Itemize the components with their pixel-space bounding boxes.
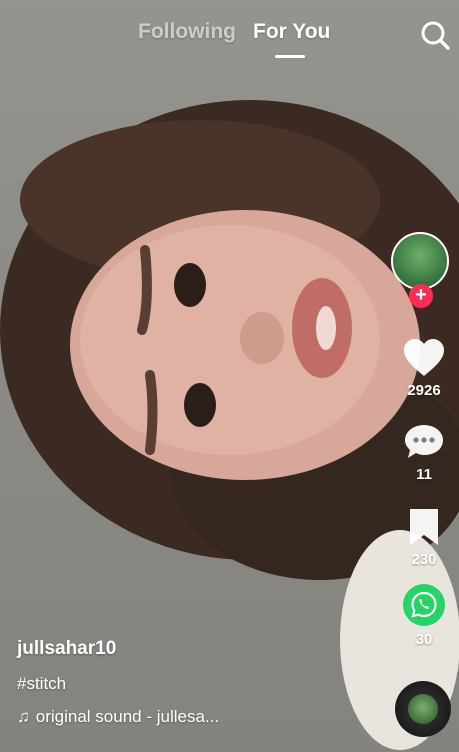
sound-link[interactable]: ♫ original sound - jullesa... xyxy=(17,707,219,727)
plus-icon: + xyxy=(415,284,427,306)
creator-avatar-group: + xyxy=(391,232,453,308)
bookmark-button[interactable]: 230 xyxy=(389,507,459,568)
bookmark-count: 230 xyxy=(411,551,437,568)
sound-disc[interactable] xyxy=(395,681,451,737)
avatar[interactable] xyxy=(391,232,449,290)
like-count: 2926 xyxy=(407,382,441,399)
bookmark-icon xyxy=(410,509,438,545)
search-button[interactable] xyxy=(418,18,452,52)
comment-icon xyxy=(405,425,443,458)
heart-icon xyxy=(404,339,444,376)
music-note-icon: ♫ xyxy=(17,707,30,726)
comment-button[interactable]: 11 xyxy=(389,422,459,483)
creator-username[interactable]: jullsahar10 xyxy=(17,638,116,660)
whatsapp-icon xyxy=(403,584,445,626)
search-icon xyxy=(421,21,450,50)
comment-count: 11 xyxy=(416,466,432,483)
share-button[interactable]: 30 xyxy=(389,583,459,648)
active-tab-indicator xyxy=(275,55,305,58)
sound-cover-icon xyxy=(408,694,438,724)
follow-button[interactable]: + xyxy=(409,284,433,308)
share-count: 30 xyxy=(415,631,433,648)
video-caption: jullsahar10 #stitch ♫ original sound - ju… xyxy=(17,632,377,752)
sound-label: original sound - jullesa... xyxy=(35,707,220,726)
top-navigation: Following For You xyxy=(0,18,459,62)
like-button[interactable]: 2926 xyxy=(389,338,459,399)
tab-following[interactable]: Following xyxy=(138,20,236,44)
tab-for-you[interactable]: For You xyxy=(253,20,330,44)
hashtag-link[interactable]: #stitch xyxy=(17,674,66,694)
